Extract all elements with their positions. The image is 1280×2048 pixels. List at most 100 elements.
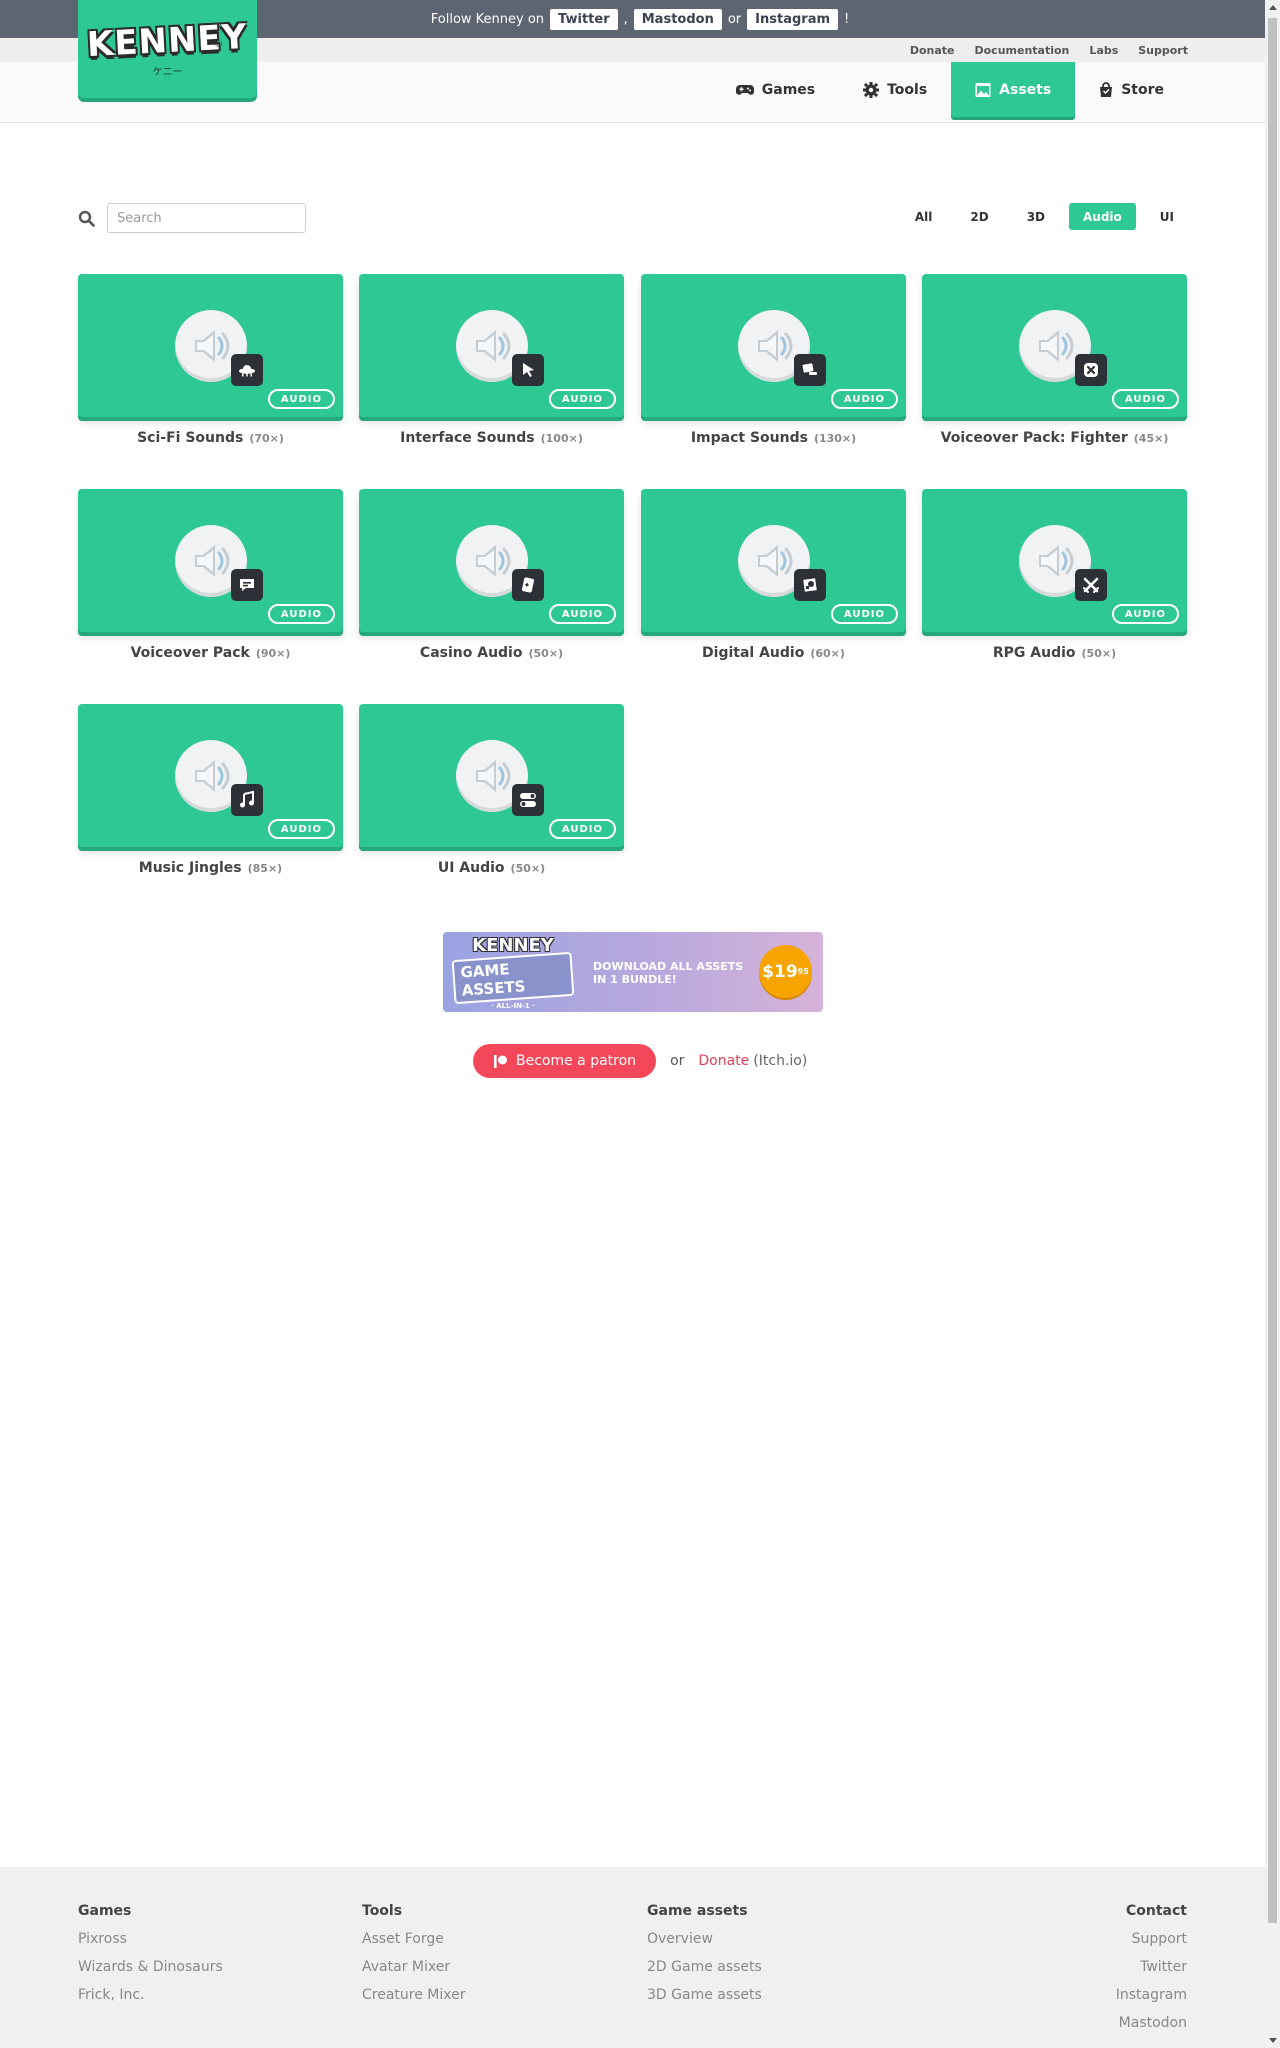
- support-row: Become a patron or Donate (Itch.io): [473, 1044, 807, 1078]
- asset-title[interactable]: Impact Sounds: [691, 430, 808, 446]
- asset-thumbnail[interactable]: AUDIO: [641, 274, 906, 417]
- scroll-down-arrow-icon[interactable]: [1269, 2038, 1277, 2043]
- asset-title[interactable]: UI Audio: [438, 860, 505, 876]
- asset-thumbnail[interactable]: AUDIO: [359, 274, 624, 417]
- footer-link[interactable]: Support: [1116, 1931, 1187, 1947]
- banner-text: DOWNLOAD ALL ASSETS IN 1 BUNDLE!: [593, 960, 763, 986]
- social-comma: ,: [623, 11, 628, 27]
- banner-price: $19 95: [759, 945, 812, 998]
- footer-link[interactable]: Wizards & Dinosaurs: [78, 1959, 223, 1975]
- asset-count: (45×): [1133, 432, 1169, 445]
- audio-tag: AUDIO: [267, 389, 335, 409]
- asset-count: (50×): [510, 862, 546, 875]
- asset-thumbnail[interactable]: AUDIO: [359, 489, 624, 632]
- asset-card[interactable]: AUDIO Impact Sounds (130×): [641, 274, 906, 446]
- filter-3d[interactable]: 3D: [1013, 203, 1059, 230]
- nav-store[interactable]: Store: [1075, 62, 1188, 117]
- become-patron-button[interactable]: Become a patron: [473, 1044, 657, 1078]
- nav-tools[interactable]: Tools: [839, 62, 951, 117]
- audio-tag: AUDIO: [1111, 604, 1179, 624]
- asset-title-row: RPG Audio (50×): [922, 645, 1187, 661]
- asset-thumbnail[interactable]: AUDIO: [922, 489, 1187, 632]
- asset-title-row: Impact Sounds (130×): [641, 430, 906, 446]
- asset-title[interactable]: Voiceover Pack: [131, 645, 250, 661]
- asset-thumbnail[interactable]: AUDIO: [78, 704, 343, 847]
- footer-col-contact: Contact Support Twitter Instagram Mastod…: [1116, 1867, 1187, 2031]
- asset-card[interactable]: AUDIO Interface Sounds (100×): [359, 274, 624, 446]
- nav-store-label: Store: [1121, 81, 1164, 98]
- audio-tag: AUDIO: [267, 604, 335, 624]
- footer-link[interactable]: Avatar Mixer: [362, 1959, 465, 1975]
- asset-title-row: Interface Sounds (100×): [359, 430, 624, 446]
- audio-tag: AUDIO: [548, 604, 616, 624]
- footer-link[interactable]: Frick, Inc.: [78, 1987, 223, 2003]
- footer-col-games: Games Pixross Wizards & Dinosaurs Frick,…: [78, 1867, 223, 2003]
- footer-link[interactable]: Pixross: [78, 1931, 223, 1947]
- filter-ui[interactable]: UI: [1146, 203, 1188, 230]
- asset-card[interactable]: AUDIO Sci-Fi Sounds (70×): [78, 274, 343, 446]
- asset-title[interactable]: Digital Audio: [702, 645, 804, 661]
- search-input[interactable]: [107, 203, 306, 233]
- footer-link[interactable]: Creature Mixer: [362, 1987, 465, 2003]
- scroll-thumb[interactable]: [1268, 18, 1277, 1923]
- audio-tag: AUDIO: [548, 819, 616, 839]
- asset-count: (70×): [249, 432, 284, 445]
- instagram-link[interactable]: Instagram: [747, 8, 839, 30]
- asset-card[interactable]: AUDIO Music Jingles (85×): [78, 704, 343, 876]
- labs-link[interactable]: Labs: [1089, 44, 1118, 57]
- nav-assets[interactable]: Assets: [951, 62, 1076, 117]
- asset-title[interactable]: Music Jingles: [139, 860, 242, 876]
- asset-thumbnail[interactable]: AUDIO: [359, 704, 624, 847]
- footer-link[interactable]: Overview: [647, 1931, 762, 1947]
- filter-audio[interactable]: Audio: [1069, 203, 1136, 230]
- donate-link[interactable]: Donate: [910, 44, 955, 57]
- asset-thumbnail[interactable]: AUDIO: [78, 274, 343, 417]
- asset-thumbnail[interactable]: AUDIO: [641, 489, 906, 632]
- asset-card[interactable]: AUDIO UI Audio (50×): [359, 704, 624, 876]
- footer-link[interactable]: Mastodon: [1116, 2015, 1187, 2031]
- asset-title-row: Voiceover Pack: Fighter (45×): [922, 430, 1187, 446]
- asset-count: (90×): [255, 647, 291, 660]
- filter-2d[interactable]: 2D: [956, 203, 1002, 230]
- asset-title[interactable]: Interface Sounds: [400, 430, 534, 446]
- twitter-link[interactable]: Twitter: [550, 8, 618, 30]
- asset-title[interactable]: Casino Audio: [420, 645, 523, 661]
- banner-logo: KENNEY GAME ASSETS · ALL-IN-1 ·: [451, 935, 575, 1010]
- asset-thumbnail[interactable]: AUDIO: [78, 489, 343, 632]
- nav-assets-label: Assets: [999, 81, 1052, 98]
- banner-text-line1: DOWNLOAD ALL ASSETS: [593, 960, 744, 973]
- scrollbar[interactable]: [1265, 0, 1280, 2048]
- nav-games[interactable]: Games: [712, 62, 839, 117]
- footer-link[interactable]: 3D Game assets: [647, 1987, 762, 2003]
- footer-link[interactable]: Instagram: [1116, 1987, 1187, 2003]
- asset-title[interactable]: Sci-Fi Sounds: [137, 430, 243, 446]
- asset-title-row: Casino Audio (50×): [359, 645, 624, 661]
- audio-tag: AUDIO: [548, 389, 616, 409]
- asset-title[interactable]: Voiceover Pack: Fighter: [941, 430, 1128, 446]
- asset-card[interactable]: AUDIO Voiceover Pack: Fighter (45×): [922, 274, 1187, 446]
- banner-logo-mid: GAME ASSETS: [451, 951, 575, 1004]
- asset-card[interactable]: AUDIO Digital Audio (60×): [641, 489, 906, 661]
- social-or: or: [727, 11, 742, 27]
- search-filter-row: All 2D 3D Audio UI: [78, 203, 1188, 235]
- asset-thumbnail[interactable]: AUDIO: [922, 274, 1187, 417]
- scroll-up-arrow-icon[interactable]: [1269, 5, 1277, 10]
- asset-count: (60×): [810, 647, 845, 660]
- documentation-link[interactable]: Documentation: [974, 44, 1069, 57]
- asset-card[interactable]: AUDIO RPG Audio (50×): [922, 489, 1187, 661]
- footer-link[interactable]: Asset Forge: [362, 1931, 465, 1947]
- asset-title[interactable]: RPG Audio: [993, 645, 1076, 661]
- footer-link[interactable]: 2D Game assets: [647, 1959, 762, 1975]
- kenney-logo[interactable]: KENNEY ケニー ®: [78, 0, 257, 98]
- bundle-banner[interactable]: KENNEY GAME ASSETS · ALL-IN-1 · DOWNLOAD…: [443, 932, 823, 1012]
- mastodon-link[interactable]: Mastodon: [633, 8, 722, 30]
- asset-card[interactable]: AUDIO Voiceover Pack (90×): [78, 489, 343, 661]
- donate-itch-link[interactable]: Donate: [698, 1053, 749, 1069]
- crossed-swords-icon: [1075, 569, 1107, 601]
- asset-card[interactable]: AUDIO Casino Audio (50×): [359, 489, 624, 661]
- footer-link[interactable]: Twitter: [1116, 1959, 1187, 1975]
- become-patron-label: Become a patron: [516, 1053, 637, 1069]
- filter-all[interactable]: All: [901, 203, 947, 230]
- support-link[interactable]: Support: [1138, 44, 1188, 57]
- gamepad-icon: [735, 84, 754, 95]
